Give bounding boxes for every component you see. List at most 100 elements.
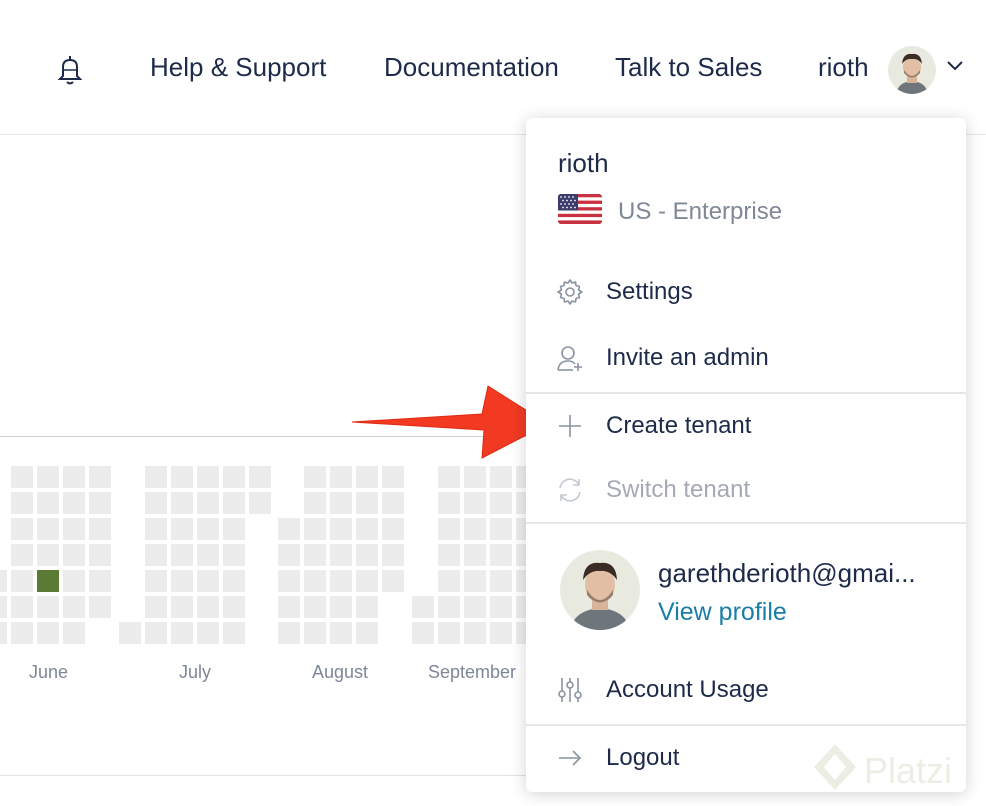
switch-tenant-label: Switch tenant	[606, 476, 751, 503]
activity-cell	[223, 596, 245, 618]
activity-cell	[89, 596, 111, 618]
activity-cell	[464, 544, 486, 566]
activity-cell	[145, 544, 167, 566]
platzi-logo-icon	[814, 744, 856, 790]
activity-cell	[356, 544, 378, 566]
activity-cell	[63, 466, 85, 488]
activity-cell	[490, 544, 512, 566]
activity-cell	[197, 622, 219, 644]
activity-cell	[490, 622, 512, 644]
activity-cell	[171, 544, 193, 566]
activity-cell	[330, 596, 352, 618]
activity-cell	[89, 492, 111, 514]
account-usage-menu-item[interactable]: Account Usage	[526, 662, 966, 718]
activity-cell	[11, 518, 33, 540]
activity-cell	[382, 544, 404, 566]
activity-cell	[89, 544, 111, 566]
chevron-down-icon[interactable]	[946, 60, 964, 72]
bell-icon[interactable]	[55, 54, 85, 88]
activity-cell	[63, 570, 85, 592]
add-user-icon	[557, 346, 582, 371]
activity-cell	[382, 518, 404, 540]
activity-cell	[464, 518, 486, 540]
activity-cell	[304, 518, 326, 540]
switch-tenant-menu-item: Switch tenant	[526, 462, 966, 518]
help-support-link[interactable]: Help & Support	[150, 52, 326, 83]
gear-icon	[557, 279, 583, 305]
activity-cell	[438, 596, 460, 618]
month-label-june: June	[29, 662, 69, 682]
activity-cell	[0, 622, 7, 644]
activity-cell	[145, 492, 167, 514]
activity-cell	[171, 518, 193, 540]
activity-cell	[37, 466, 59, 488]
activity-cell	[197, 544, 219, 566]
logout-label: Logout	[606, 744, 680, 771]
activity-cell	[223, 492, 245, 514]
activity-cell	[304, 622, 326, 644]
activity-cell	[330, 518, 352, 540]
sliders-icon	[558, 678, 582, 702]
activity-cell	[249, 466, 271, 488]
activity-cell	[438, 466, 460, 488]
activity-cell	[171, 622, 193, 644]
activity-cell	[89, 518, 111, 540]
menu-divider	[526, 724, 966, 726]
activity-cell	[356, 518, 378, 540]
create-tenant-menu-item[interactable]: Create tenant	[526, 398, 966, 454]
activity-cell	[304, 570, 326, 592]
plus-icon	[559, 415, 581, 437]
avatar[interactable]	[888, 46, 936, 94]
activity-cell	[119, 622, 141, 644]
menu-divider	[526, 392, 966, 394]
activity-cell	[304, 596, 326, 618]
activity-cell	[464, 492, 486, 514]
account-dropdown-menu: rioth US - Enterprise Settings Invite an…	[526, 118, 966, 792]
activity-cell	[382, 570, 404, 592]
activity-cell	[490, 596, 512, 618]
create-tenant-label: Create tenant	[606, 412, 752, 439]
activity-cell	[145, 622, 167, 644]
view-profile-link[interactable]: View profile	[658, 598, 787, 627]
activity-cell	[464, 596, 486, 618]
activity-cell	[356, 466, 378, 488]
activity-cell	[464, 466, 486, 488]
watermark-text: Platzi	[864, 750, 953, 791]
switch-icon	[559, 478, 581, 502]
talk-to-sales-link[interactable]: Talk to Sales	[615, 52, 762, 83]
activity-cell	[382, 466, 404, 488]
activity-cell	[438, 492, 460, 514]
activity-cell	[197, 518, 219, 540]
month-label-august: August	[312, 662, 369, 682]
activity-cell	[37, 596, 59, 618]
invite-admin-menu-item[interactable]: Invite an admin	[526, 330, 966, 386]
activity-cell	[490, 518, 512, 540]
activity-cell	[145, 518, 167, 540]
activity-cell	[356, 622, 378, 644]
activity-cell	[63, 544, 85, 566]
activity-cell	[330, 622, 352, 644]
activity-cell	[412, 596, 434, 618]
activity-cell	[0, 570, 7, 592]
annotation-arrow-icon	[351, 385, 550, 459]
activity-cell	[0, 596, 7, 618]
activity-cell	[63, 596, 85, 618]
header-username[interactable]: rioth	[818, 52, 869, 83]
activity-cell	[223, 518, 245, 540]
activity-cell	[438, 622, 460, 644]
profile-avatar[interactable]	[560, 550, 640, 630]
activity-cell	[11, 492, 33, 514]
activity-cell	[330, 570, 352, 592]
activity-cell	[356, 570, 378, 592]
tenant-name: rioth	[558, 148, 609, 178]
activity-cell	[223, 466, 245, 488]
platzi-watermark: Platzi	[812, 742, 982, 796]
activity-cell	[278, 544, 300, 566]
settings-menu-item[interactable]: Settings	[526, 264, 966, 320]
activity-cell	[249, 492, 271, 514]
settings-label: Settings	[606, 278, 693, 305]
activity-cell	[438, 544, 460, 566]
documentation-link[interactable]: Documentation	[384, 52, 559, 83]
activity-cell	[490, 570, 512, 592]
activity-cell	[278, 596, 300, 618]
